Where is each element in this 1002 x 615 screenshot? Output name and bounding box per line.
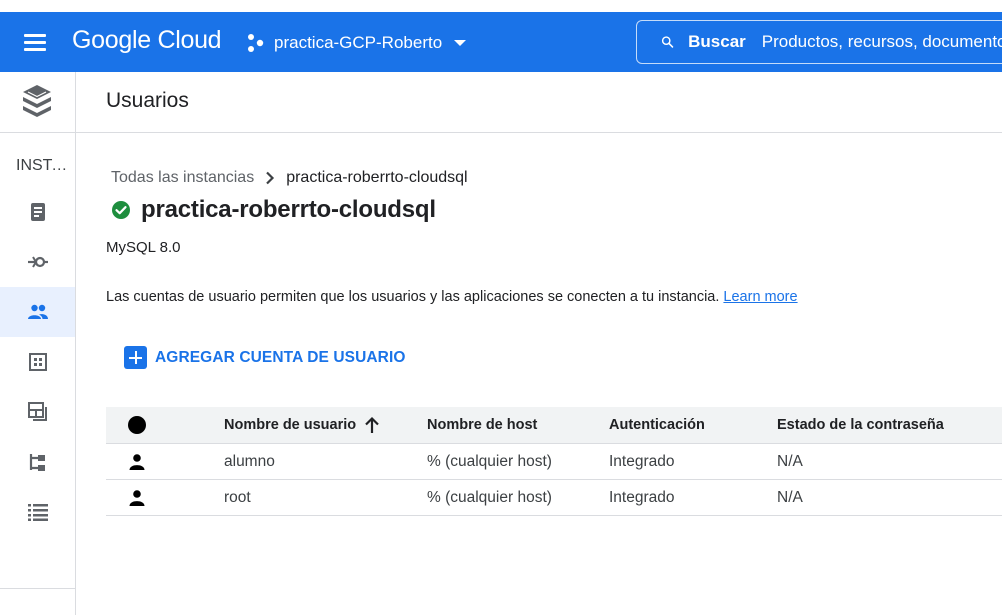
- search-label: Buscar: [688, 32, 746, 51]
- host-name: % (cualquier host): [427, 488, 552, 506]
- side-navigation: INSTANCIAS: [0, 72, 76, 615]
- breadcrumb: Todas las instancias practica-roberrto-c…: [111, 169, 468, 187]
- breadcrumb-current-instance: practica-roberrto-cloudsql: [286, 169, 468, 186]
- add-box-icon: [124, 346, 147, 369]
- add-user-account-label: AGREGAR CUENTA DE USUARIO: [155, 348, 406, 366]
- replicas-icon: [29, 454, 45, 471]
- auth-type: Integrado: [609, 488, 675, 506]
- add-user-account-button[interactable]: AGREGAR CUENTA DE USUARIO: [124, 346, 406, 369]
- user-name: alumno: [224, 452, 275, 470]
- database-version: MySQL 8.0: [106, 239, 181, 256]
- top-app-bar: Google Cloud practica-GCP-Roberto Buscar…: [0, 12, 1002, 72]
- connections-icon: [27, 256, 48, 268]
- users-icon: [27, 304, 48, 319]
- nav-item-databases[interactable]: [0, 337, 75, 387]
- user-type-icon-cell: [128, 480, 148, 515]
- auth-type: Integrado: [609, 452, 675, 470]
- table-header: Nombre de usuario Nombre de host Autenti…: [106, 407, 1002, 444]
- search-placeholder: Productos, recursos, documentos: [761, 32, 1002, 51]
- password-state: N/A: [777, 488, 803, 506]
- sql-product-icon[interactable]: [19, 82, 55, 127]
- column-header-auth[interactable]: Autenticación: [609, 407, 705, 443]
- host-name: % (cualquier host): [427, 452, 552, 470]
- nav-item-connections[interactable]: [0, 237, 75, 287]
- status-ok-icon: [112, 201, 130, 219]
- user-type-icon-cell: [128, 444, 148, 479]
- select-all-toggle[interactable]: [128, 407, 148, 443]
- table-row[interactable]: root % (cualquier host) Integrado N/A: [106, 480, 1002, 516]
- page-title: Usuarios: [106, 89, 189, 112]
- project-hub-icon: [248, 34, 264, 52]
- nav-section-title: INSTANCIAS: [16, 157, 74, 174]
- table-row[interactable]: alumno % (cualquier host) Integrado N/A: [106, 444, 1002, 480]
- column-header-host[interactable]: Nombre de host: [427, 407, 537, 443]
- person-icon: [129, 453, 145, 470]
- column-header-password-state[interactable]: Estado de la contraseña: [777, 407, 944, 443]
- learn-more-link[interactable]: Learn more: [723, 289, 797, 305]
- user-name: root: [224, 488, 251, 506]
- instance-name: practica-roberrto-cloudsql: [141, 196, 436, 223]
- description-text: Las cuentas de usuario permiten que los …: [106, 289, 720, 305]
- sort-ascending-icon[interactable]: [364, 416, 380, 434]
- select-all-dot-icon: [128, 416, 146, 434]
- breadcrumb-all-instances[interactable]: Todas las instancias: [111, 169, 254, 187]
- instance-heading: practica-roberrto-cloudsql: [111, 196, 436, 224]
- users-description: Las cuentas de usuario permiten que los …: [106, 289, 798, 305]
- nav-item-users[interactable]: [0, 287, 75, 337]
- chevron-down-icon: [454, 40, 467, 46]
- chevron-right-icon: [264, 171, 276, 185]
- divider: [0, 132, 76, 133]
- search-icon: [661, 36, 674, 48]
- operations-list-icon: [27, 504, 48, 521]
- password-state: N/A: [777, 452, 803, 470]
- divider: [0, 588, 76, 589]
- google-cloud-logo[interactable]: Google Cloud: [72, 26, 222, 55]
- databases-icon: [28, 353, 47, 371]
- nav-item-replicas[interactable]: [0, 437, 75, 487]
- backups-icon: [27, 402, 47, 421]
- column-header-user-label: Nombre de usuario: [224, 417, 357, 433]
- page-header: Usuarios: [76, 72, 1002, 133]
- project-selector[interactable]: practica-GCP-Roberto: [246, 30, 472, 56]
- search-bar[interactable]: Buscar Productos, recursos, documentos: [636, 20, 1002, 64]
- column-header-user[interactable]: Nombre de usuario: [224, 407, 380, 443]
- nav-item-overview[interactable]: [0, 187, 75, 237]
- project-name: practica-GCP-Roberto: [274, 33, 443, 52]
- person-icon: [129, 489, 145, 506]
- users-table: Nombre de usuario Nombre de host Autenti…: [106, 407, 1002, 516]
- nav-item-backups[interactable]: [0, 387, 75, 437]
- nav-item-operations[interactable]: [0, 487, 75, 537]
- overview-icon: [30, 203, 45, 221]
- main-menu-button[interactable]: [22, 32, 48, 52]
